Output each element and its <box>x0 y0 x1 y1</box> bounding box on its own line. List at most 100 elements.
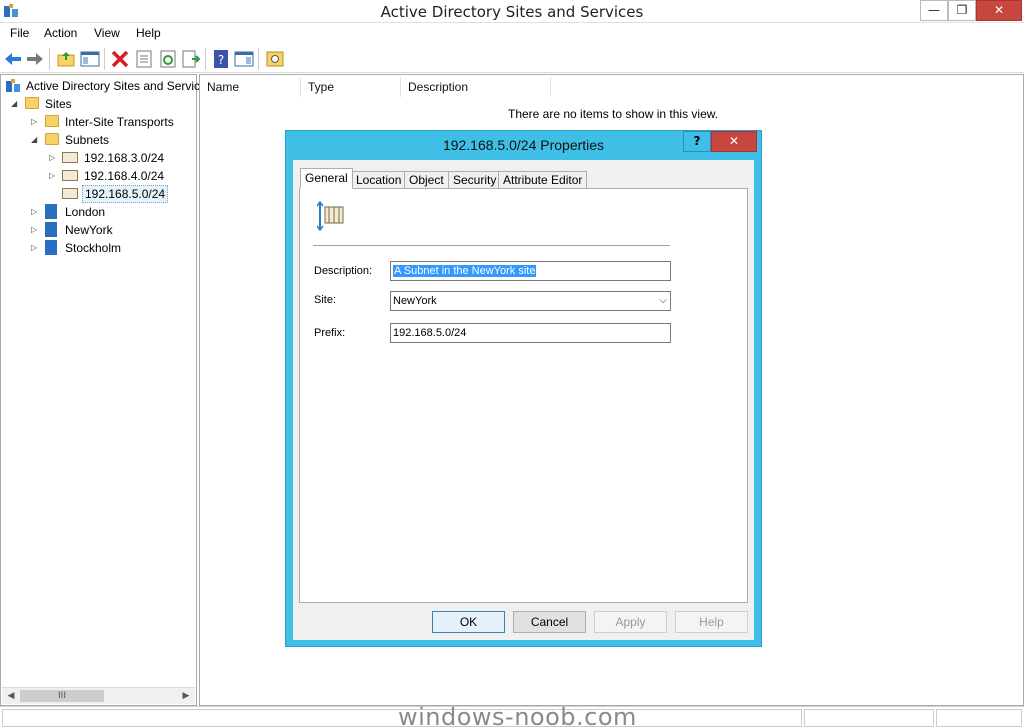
tab-attribute-editor[interactable]: Attribute Editor <box>498 171 588 189</box>
back-arrow-icon[interactable] <box>3 49 23 69</box>
horizontal-scrollbar[interactable]: ◀ III ▶ <box>2 687 195 704</box>
forward-arrow-icon[interactable] <box>25 49 45 69</box>
tree-item-subnet[interactable]: ▷ 192.168.3.0/24 <box>49 149 166 167</box>
description-label: Description: <box>314 265 373 277</box>
export-list-icon[interactable] <box>181 49 201 69</box>
help-icon[interactable]: ? <box>211 49 231 69</box>
tree-item-label: Sites <box>45 97 72 111</box>
scroll-right-icon[interactable]: ▶ <box>180 690 192 702</box>
properties-dialog: 192.168.5.0/24 Properties ? ✕ General Lo… <box>285 130 762 647</box>
tree-item-site[interactable]: ▷ London <box>31 203 107 221</box>
tree-item-label: 192.168.3.0/24 <box>84 151 165 165</box>
prefix-field[interactable]: 192.168.5.0/24 <box>390 323 671 343</box>
up-folder-icon[interactable] <box>56 49 76 69</box>
column-header-description[interactable]: Description <box>401 77 551 97</box>
folder-icon <box>45 133 59 145</box>
ad-sites-icon <box>6 79 20 92</box>
site-label: Site: <box>314 294 337 306</box>
tree-item-label: London <box>65 205 106 219</box>
tree-item-label: 192.168.5.0/24 <box>82 185 169 203</box>
apply-button[interactable]: Apply <box>594 611 667 633</box>
toolbar: ? <box>0 45 1024 73</box>
tree-item-label: Inter-Site Transports <box>65 115 174 129</box>
expand-arrow-icon[interactable]: ▷ <box>31 118 39 126</box>
show-action-pane-icon[interactable] <box>234 49 254 69</box>
dialog-close-button[interactable]: ✕ <box>711 131 757 152</box>
site-icon <box>45 240 57 255</box>
expand-arrow-icon[interactable]: ▷ <box>31 226 39 234</box>
toolbar-separator <box>49 48 50 70</box>
minimize-button[interactable]: — <box>920 0 948 21</box>
tab-location[interactable]: Location <box>351 171 407 189</box>
tree-item-sites[interactable]: ◢ Sites <box>11 95 74 113</box>
toolbar-separator <box>205 48 206 70</box>
tree-item-subnet[interactable]: ▷ 192.168.4.0/24 <box>49 167 166 185</box>
console-tree: Active Directory Sites and Servic ◢ Site… <box>0 74 200 706</box>
dialog-help-button[interactable]: ? <box>683 131 711 152</box>
folder-icon <box>45 115 59 127</box>
ok-button[interactable]: OK <box>432 611 505 633</box>
subnet-large-icon <box>317 201 344 231</box>
tree-item-inter-site-transports[interactable]: ▷ Inter-Site Transports <box>31 113 176 131</box>
svg-text:?: ? <box>218 53 224 67</box>
watermark-text: windows-noob.com <box>398 703 637 728</box>
empty-view-message: There are no items to show in this view. <box>508 107 719 121</box>
menu-view[interactable]: View <box>94 26 120 40</box>
tab-security[interactable]: Security <box>448 171 502 189</box>
tab-object[interactable]: Object <box>404 171 449 189</box>
properties-icon[interactable] <box>134 49 154 69</box>
tree-item-label: Stockholm <box>65 241 122 255</box>
tree-item-label: NewYork <box>65 223 113 237</box>
toolbar-separator <box>104 48 105 70</box>
refresh-icon[interactable] <box>158 49 178 69</box>
collapse-arrow-icon[interactable]: ◢ <box>31 136 39 144</box>
tree-root-label: Active Directory Sites and Servic <box>26 79 201 93</box>
maximize-button[interactable]: ❐ <box>948 0 976 21</box>
service-icon[interactable] <box>265 49 285 69</box>
menu-action[interactable]: Action <box>44 26 77 40</box>
tree-item-site[interactable]: ▷ Stockholm <box>31 239 123 257</box>
delete-icon[interactable] <box>110 49 130 69</box>
scroll-thumb[interactable]: III <box>20 690 104 702</box>
expand-arrow-icon[interactable]: ▷ <box>31 208 39 216</box>
scroll-left-icon[interactable]: ◀ <box>5 690 17 702</box>
prefix-label: Prefix: <box>314 327 346 339</box>
subnet-icon <box>62 152 78 163</box>
expand-arrow-icon[interactable]: ▷ <box>31 244 39 252</box>
tree-root[interactable]: Active Directory Sites and Servic <box>5 77 202 95</box>
toolbar-separator <box>258 48 259 70</box>
status-cell <box>804 709 934 727</box>
expand-arrow-icon[interactable]: ▷ <box>49 172 57 180</box>
cancel-button[interactable]: Cancel <box>513 611 586 633</box>
help-button[interactable]: Help <box>675 611 748 633</box>
description-field[interactable]: A Subnet in the NewYork site <box>390 261 671 281</box>
site-icon <box>45 222 57 237</box>
expand-arrow-icon[interactable]: ▷ <box>49 154 57 162</box>
status-cell <box>936 709 1022 727</box>
tab-general[interactable]: General <box>300 168 353 189</box>
prefix-value: 192.168.5.0/24 <box>393 327 467 339</box>
tree-item-subnet-selected[interactable]: 192.168.5.0/24 <box>49 185 169 203</box>
window-title: Active Directory Sites and Services <box>380 3 644 21</box>
subnet-icon <box>62 188 78 199</box>
show-console-tree-icon[interactable] <box>80 49 100 69</box>
tree-item-label: 192.168.4.0/24 <box>84 169 165 183</box>
column-header-name[interactable]: Name <box>200 77 301 97</box>
menu-bar: File Action View Help <box>0 23 1024 44</box>
site-icon <box>45 204 57 219</box>
subnet-icon <box>62 170 78 181</box>
site-dropdown[interactable]: NewYork ⌵ <box>390 291 671 311</box>
menu-file[interactable]: File <box>10 26 29 40</box>
collapse-arrow-icon[interactable]: ◢ <box>11 100 19 108</box>
column-header-type[interactable]: Type <box>301 77 401 97</box>
menu-help[interactable]: Help <box>136 26 161 40</box>
header-divider <box>313 245 670 246</box>
chevron-down-icon[interactable]: ⌵ <box>659 292 667 310</box>
tree-item-site[interactable]: ▷ NewYork <box>31 221 115 239</box>
dialog-body: General Location Object Security Attribu… <box>293 160 754 640</box>
window-titlebar: Active Directory Sites and Services — ❐ … <box>0 0 1024 23</box>
close-button[interactable]: ✕ <box>976 0 1022 21</box>
description-value: A Subnet in the NewYork site <box>393 265 537 277</box>
tree-item-subnets[interactable]: ◢ Subnets <box>31 131 111 149</box>
site-value: NewYork <box>393 295 437 307</box>
